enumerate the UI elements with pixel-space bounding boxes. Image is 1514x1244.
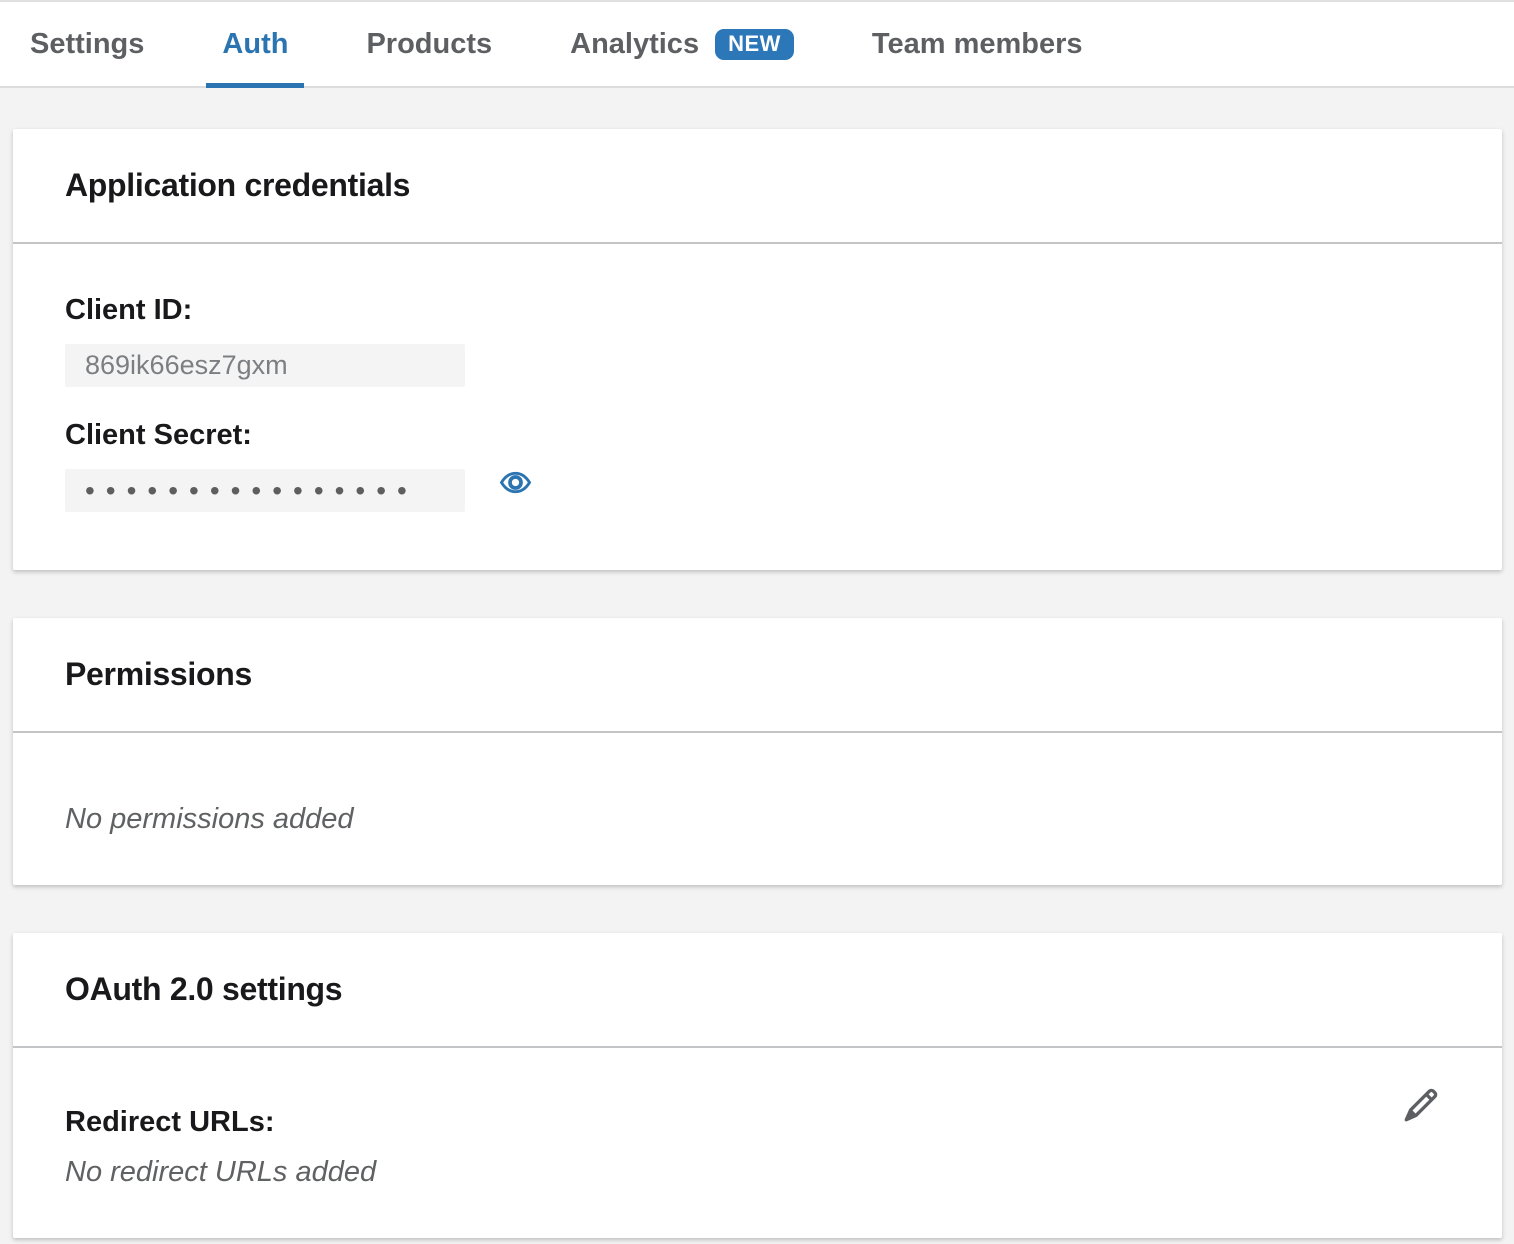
- redirect-urls-label: Redirect URLs:: [65, 1104, 1450, 1140]
- tab-settings-label: Settings: [30, 28, 144, 61]
- oauth-settings-body: Redirect URLs: No redirect URLs added: [13, 1048, 1502, 1238]
- show-client-secret-button[interactable]: [499, 466, 532, 499]
- app-auth-page: Settings Auth Products Analytics NEW Tea…: [0, 0, 1514, 1244]
- oauth-settings-header: OAuth 2.0 settings: [13, 933, 1502, 1048]
- tab-team-members-label: Team members: [872, 28, 1083, 61]
- tab-bar: Settings Auth Products Analytics NEW Tea…: [0, 0, 1514, 88]
- redirect-urls-empty-text: No redirect URLs added: [65, 1154, 1450, 1190]
- permissions-empty-text: No permissions added: [65, 801, 1450, 837]
- tab-analytics[interactable]: Analytics NEW: [570, 2, 794, 86]
- oauth-settings-card: OAuth 2.0 settings Redirect URLs: No red…: [13, 933, 1502, 1238]
- tab-products-label: Products: [366, 28, 492, 61]
- new-badge: NEW: [715, 29, 794, 60]
- client-id-value: 869ik66esz7gxm: [65, 344, 465, 387]
- application-credentials-card: Application credentials Client ID: 869ik…: [13, 129, 1502, 570]
- client-secret-label: Client Secret:: [65, 417, 1450, 453]
- application-credentials-title: Application credentials: [65, 167, 410, 204]
- permissions-card: Permissions No permissions added: [13, 618, 1502, 885]
- permissions-header: Permissions: [13, 618, 1502, 733]
- client-id-label: Client ID:: [65, 292, 1450, 328]
- client-secret-row: ••••••••••••••••: [65, 453, 1450, 512]
- eye-icon: [499, 466, 532, 499]
- tab-auth-label: Auth: [222, 28, 288, 61]
- tab-analytics-label: Analytics: [570, 28, 699, 61]
- tab-products[interactable]: Products: [366, 2, 492, 86]
- edit-redirect-urls-button[interactable]: [1400, 1084, 1442, 1126]
- client-secret-masked-value: ••••••••••••••••: [65, 469, 465, 512]
- permissions-body: No permissions added: [13, 733, 1502, 885]
- permissions-title: Permissions: [65, 656, 252, 693]
- tab-settings[interactable]: Settings: [30, 2, 144, 86]
- application-credentials-header: Application credentials: [13, 129, 1502, 244]
- oauth-settings-title: OAuth 2.0 settings: [65, 971, 342, 1008]
- tab-auth[interactable]: Auth: [222, 2, 288, 86]
- application-credentials-body: Client ID: 869ik66esz7gxm Client Secret:…: [13, 244, 1502, 570]
- pencil-icon: [1400, 1084, 1442, 1126]
- tab-team-members[interactable]: Team members: [872, 2, 1083, 86]
